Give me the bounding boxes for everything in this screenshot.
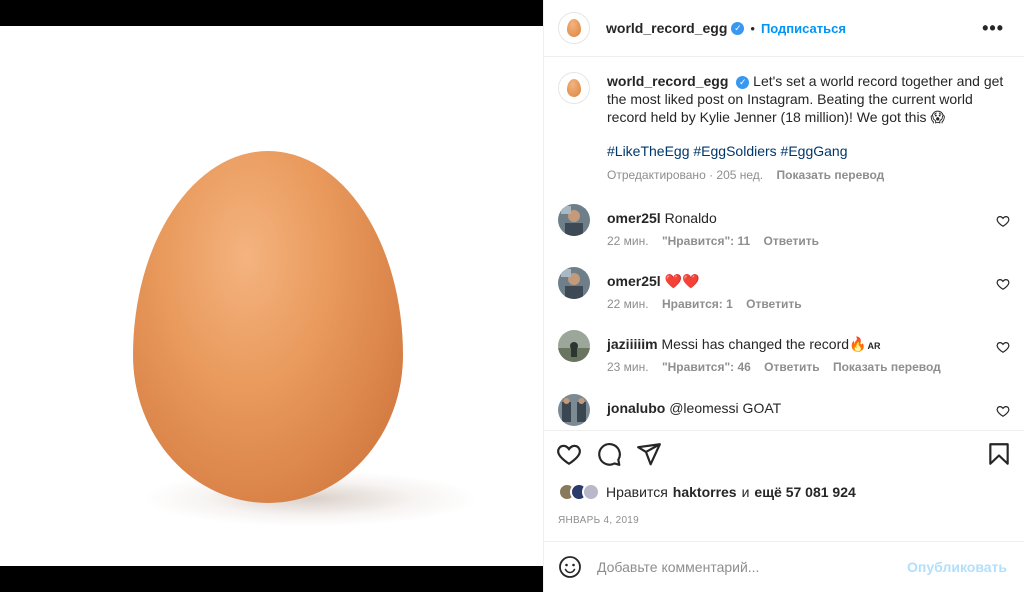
translate-link[interactable]: Показать перевод <box>833 360 941 374</box>
add-comment-bar: Добавьте комментарий... Опубликовать <box>544 541 1024 592</box>
edited-label: Отредактировано · 205 нед. <box>607 168 764 182</box>
egg-avatar-icon <box>567 79 581 97</box>
comment-username[interactable]: omer25l <box>607 273 661 289</box>
comments-scroll[interactable]: world_record_egg ✓ Let's set a world rec… <box>544 58 1024 430</box>
comment-item: omer25l ❤️❤️ 22 мин. Нравится: 1 Ответит… <box>558 267 1010 317</box>
comment-text: ❤️❤️ <box>664 273 700 289</box>
likes-summary[interactable]: Нравится haktorres и ещё 57 081 924 <box>558 483 856 501</box>
caption: world_record_egg ✓ Let's set a world rec… <box>558 72 1008 184</box>
post-image[interactable] <box>0 26 543 566</box>
likes-count[interactable]: ещё 57 081 924 <box>754 484 855 500</box>
follow-button[interactable]: Подписаться <box>761 21 846 36</box>
comment-item: omer25l Ronaldo 22 мин. "Нравится": 11 О… <box>558 204 1010 254</box>
caption-username[interactable]: world_record_egg <box>607 73 728 89</box>
avatar[interactable] <box>558 267 590 299</box>
heart-icon[interactable] <box>556 441 582 467</box>
username[interactable]: world_record_egg <box>606 20 727 36</box>
bookmark-icon[interactable] <box>986 441 1012 467</box>
post-viewer: world_record_egg ✓ • Подписаться ••• wor… <box>0 0 1024 592</box>
avatar[interactable] <box>558 394 590 426</box>
comment-username[interactable]: jaziiiiim <box>607 336 658 352</box>
comment-text: Ronaldo <box>664 210 717 226</box>
reply-button[interactable]: Ответить <box>764 360 819 374</box>
comment-icon[interactable] <box>596 441 622 467</box>
post-button[interactable]: Опубликовать <box>907 559 1007 575</box>
verified-icon: ✓ <box>736 75 750 89</box>
share-icon[interactable] <box>636 441 662 467</box>
emoji-icon[interactable] <box>558 555 582 579</box>
heart-icon[interactable] <box>996 214 1010 228</box>
heart-icon[interactable] <box>996 277 1010 291</box>
heart-icon[interactable] <box>996 404 1010 418</box>
avatar[interactable] <box>558 204 590 236</box>
separator: • <box>750 20 755 36</box>
comment-text: Messi has changed the record🔥 <box>661 336 867 352</box>
media-panel <box>0 0 543 592</box>
reply-button[interactable]: Ответить <box>764 234 819 248</box>
comment-item: jaziiiiim Messi has changed the record🔥A… <box>558 330 1010 380</box>
flag-label: AR <box>867 341 881 351</box>
comment-username[interactable]: jonalubo <box>607 400 665 416</box>
likes-prefix: Нравится <box>606 484 668 500</box>
reply-button[interactable]: Ответить <box>746 297 801 311</box>
comment-likes[interactable]: "Нравится": 11 <box>662 234 750 248</box>
likes-user[interactable]: haktorres <box>673 484 737 500</box>
comment-input[interactable]: Добавьте комментарий... <box>597 559 759 575</box>
egg-image <box>133 151 403 503</box>
avatar[interactable] <box>558 72 590 104</box>
more-icon[interactable]: ••• <box>982 18 1004 39</box>
verified-icon: ✓ <box>731 21 745 35</box>
comment-time[interactable]: 22 мин. <box>607 297 649 311</box>
liker-avatar <box>582 483 600 501</box>
avatar[interactable] <box>558 12 590 44</box>
hashtags[interactable]: #LikeTheEgg #EggSoldiers #EggGang <box>607 142 1008 160</box>
avatar[interactable] <box>558 330 590 362</box>
comment-time[interactable]: 23 мин. <box>607 360 649 374</box>
translate-link[interactable]: Показать перевод <box>776 168 884 182</box>
comment-username[interactable]: omer25l <box>607 210 661 226</box>
likes-connector: и <box>741 484 750 500</box>
heart-icon[interactable] <box>996 340 1010 354</box>
comment-text: @leomessi GOAT <box>669 400 782 416</box>
post-actions: Нравится haktorres и ещё 57 081 924 ЯНВА… <box>544 430 1024 540</box>
comment-time[interactable]: 22 мин. <box>607 234 649 248</box>
comment-likes[interactable]: "Нравится": 46 <box>662 360 751 374</box>
comment-item: jonalubo @leomessi GOAT <box>558 394 1010 430</box>
post-details: world_record_egg ✓ • Подписаться ••• wor… <box>543 0 1024 592</box>
post-date: ЯНВАРЬ 4, 2019 <box>558 515 640 526</box>
comment-likes[interactable]: Нравится: 1 <box>662 297 733 311</box>
egg-avatar-icon <box>567 19 581 37</box>
post-header: world_record_egg ✓ • Подписаться ••• <box>544 0 1024 57</box>
